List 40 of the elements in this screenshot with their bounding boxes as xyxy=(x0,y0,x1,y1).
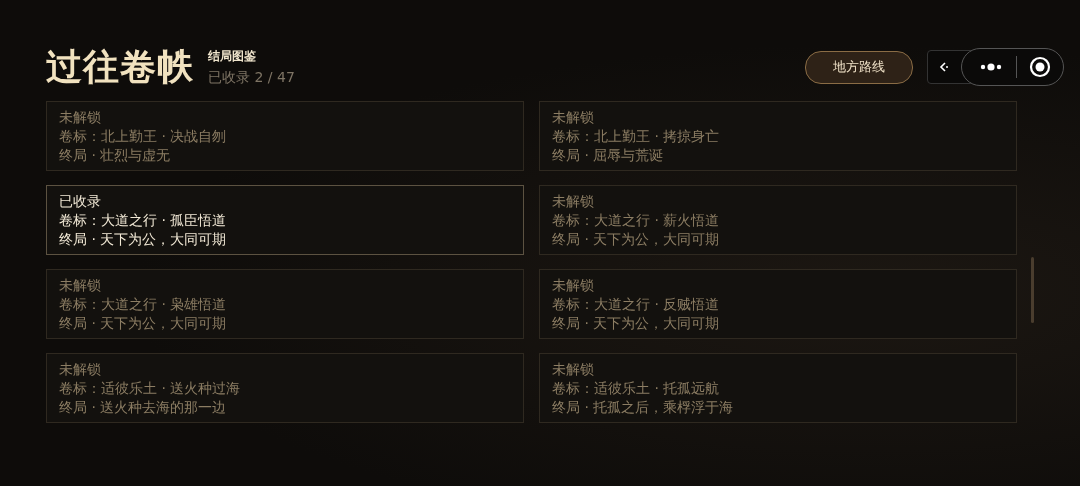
ending-volume: 卷标：适彼乐土 · 托孤远航 xyxy=(552,379,720,398)
scrollbar-thumb[interactable] xyxy=(1031,257,1034,323)
ending-status: 未解锁 xyxy=(552,192,594,211)
ending-volume: 卷标：北上勤王 · 拷掠身亡 xyxy=(552,127,720,146)
ending-status: 未解锁 xyxy=(552,108,594,127)
page-title: 过往卷帙 xyxy=(46,43,194,89)
ending-status: 未解锁 xyxy=(552,360,594,379)
ending-volume: 卷标：大道之行 · 反贼悟道 xyxy=(552,295,720,314)
ending-name: 终局 · 屈辱与荒诞 xyxy=(552,146,664,165)
ending-name: 终局 · 托孤之后，乘桴浮于海 xyxy=(552,398,734,417)
ending-name: 终局 · 送火种去海的那一边 xyxy=(59,398,227,417)
ending-card[interactable]: 未解锁 卷标：适彼乐土 · 送火种过海 终局 · 送火种去海的那一边 xyxy=(46,353,524,423)
ending-status: 已收录 xyxy=(59,192,101,211)
ending-card[interactable]: 未解锁 卷标：大道之行 · 枭雄悟道 终局 · 天下为公，大同可期 xyxy=(46,269,524,339)
subtitle: 结局图鉴 xyxy=(208,47,257,65)
ending-name: 终局 · 天下为公，大同可期 xyxy=(59,314,227,333)
close-icon[interactable] xyxy=(1029,56,1051,78)
ending-volume: 卷标：北上勤王 · 决战自刎 xyxy=(59,127,227,146)
ending-volume: 卷标：大道之行 · 孤臣悟道 xyxy=(59,211,227,230)
ending-volume: 卷标：大道之行 · 薪火悟道 xyxy=(552,211,720,230)
ending-card[interactable]: 未解锁 卷标：北上勤王 · 拷掠身亡 终局 · 屈辱与荒诞 xyxy=(539,101,1017,171)
ending-card[interactable]: 未解锁 卷标：大道之行 · 薪火悟道 终局 · 天下为公，大同可期 xyxy=(539,185,1017,255)
ending-status: 未解锁 xyxy=(59,360,101,379)
more-icon[interactable] xyxy=(978,62,1004,72)
ending-volume: 卷标：适彼乐土 · 送火种过海 xyxy=(59,379,241,398)
ending-status: 未解锁 xyxy=(59,276,101,295)
ending-status: 未解锁 xyxy=(552,276,594,295)
ending-card[interactable]: 未解锁 卷标：北上勤王 · 决战自刎 终局 · 壮烈与虚无 xyxy=(46,101,524,171)
ending-status: 未解锁 xyxy=(59,108,101,127)
ending-name: 终局 · 天下为公，大同可期 xyxy=(59,230,227,249)
ending-volume: 卷标：大道之行 · 枭雄悟道 xyxy=(59,295,227,314)
ending-name: 终局 · 天下为公，大同可期 xyxy=(552,314,720,333)
ending-name: 终局 · 天下为公，大同可期 xyxy=(552,230,720,249)
ending-name: 终局 · 壮烈与虚无 xyxy=(59,146,171,165)
ending-card[interactable]: 未解锁 卷标：适彼乐土 · 托孤远航 终局 · 托孤之后，乘桴浮于海 xyxy=(539,353,1017,423)
route-button[interactable]: 地方路线 xyxy=(805,50,913,84)
back-icon xyxy=(938,61,950,73)
progress-count: 已收录 2 / 47 xyxy=(208,68,295,87)
ending-card[interactable]: 已收录 卷标：大道之行 · 孤臣悟道 终局 · 天下为公，大同可期 xyxy=(46,185,524,255)
ending-card[interactable]: 未解锁 卷标：大道之行 · 反贼悟道 终局 · 天下为公，大同可期 xyxy=(539,269,1017,339)
